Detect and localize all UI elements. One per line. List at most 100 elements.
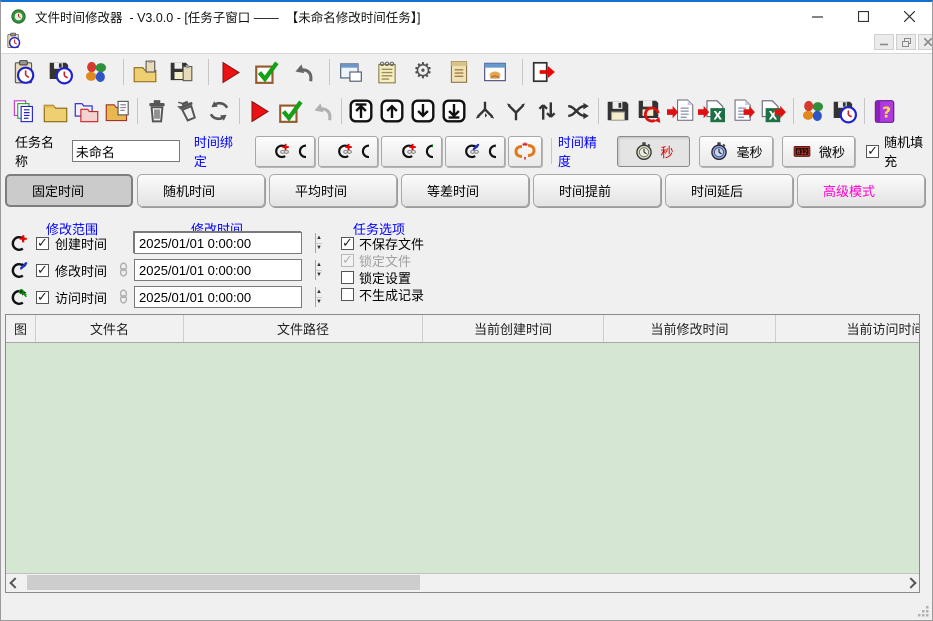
save-task-button[interactable] (829, 96, 859, 126)
apply-button[interactable] (275, 96, 305, 126)
bind-create-access-button[interactable] (381, 136, 441, 167)
help-button[interactable] (869, 96, 899, 126)
task-manager-button[interactable] (798, 96, 828, 126)
tab-average-time[interactable]: 平均时间 (269, 174, 397, 207)
access-time-input[interactable] (135, 287, 315, 307)
move-bottom-button[interactable] (439, 96, 469, 126)
spin-up-icon[interactable]: ▲ (316, 260, 322, 271)
resize-grip-icon[interactable] (916, 604, 929, 617)
move-down-button[interactable] (408, 96, 438, 126)
scroll-left-button[interactable] (6, 574, 23, 591)
export-excel-button[interactable] (758, 96, 788, 126)
horizontal-scrollbar[interactable] (6, 573, 919, 592)
modify-time-spinner[interactable]: ▲▼ (315, 260, 322, 280)
save-as-button[interactable] (166, 57, 196, 87)
add-folder-files-button[interactable] (102, 96, 132, 126)
bind-create-modify-button[interactable] (318, 136, 378, 167)
spin-down-icon[interactable]: ▼ (316, 298, 322, 308)
bind-create-modify-access-button[interactable] (255, 136, 315, 167)
checkbox-checked-icon (341, 237, 354, 250)
clear-button[interactable] (173, 96, 203, 126)
refresh-button[interactable] (204, 96, 234, 126)
exit-button[interactable] (529, 57, 559, 87)
settings-button[interactable]: ⚙ (408, 57, 438, 87)
open-task-button[interactable] (130, 57, 160, 87)
mdi-restore-button[interactable] (896, 34, 916, 50)
run-all-button[interactable] (215, 57, 245, 87)
task-manager-button[interactable] (81, 57, 111, 87)
delete-button[interactable] (142, 96, 172, 126)
option-no-record-checkbox[interactable]: 不生成记录 (341, 286, 424, 302)
undo-all-button[interactable] (287, 57, 317, 87)
merge-arrows-icon (503, 98, 529, 124)
split-down-button[interactable] (470, 96, 500, 126)
file-list-body[interactable] (6, 343, 919, 559)
save-list-button[interactable] (603, 96, 633, 126)
tab-time-advance[interactable]: 时间提前 (533, 174, 661, 207)
modify-time-input[interactable] (135, 260, 315, 280)
column-header-access-time[interactable]: 当前访问时间 (776, 315, 920, 342)
add-folder-button[interactable] (40, 96, 70, 126)
scrollbar-thumb[interactable] (27, 575, 420, 590)
tab-fixed-time[interactable]: 固定时间 (5, 174, 133, 207)
column-header-filepath[interactable]: 文件路径 (184, 315, 423, 342)
license-button[interactable] (444, 57, 474, 87)
column-header-icon[interactable]: 图 (6, 315, 36, 342)
undo-button[interactable] (306, 96, 336, 126)
create-time-spinner[interactable]: ▲▼ (315, 233, 322, 253)
apply-all-button[interactable] (251, 57, 281, 87)
tab-arithmetic-time[interactable]: 等差时间 (401, 174, 529, 207)
mdi-close-button[interactable] (918, 34, 933, 50)
mdi-window-controls (874, 34, 933, 50)
child-window-button[interactable] (336, 57, 366, 87)
import-text-button[interactable] (665, 96, 695, 126)
precision-milliseconds-button[interactable]: 毫秒 (699, 136, 772, 167)
run-button[interactable] (244, 96, 274, 126)
add-files-button[interactable] (9, 96, 39, 126)
precision-microseconds-button[interactable]: 微秒 (782, 136, 855, 167)
log-button[interactable] (372, 57, 402, 87)
minimize-button[interactable] (794, 2, 840, 30)
task-name-input[interactable] (72, 140, 180, 162)
option-no-save-checkbox[interactable]: 不保存文件 (341, 235, 424, 251)
sort-button[interactable] (532, 96, 562, 126)
spin-down-icon[interactable]: ▼ (316, 271, 322, 281)
save-refresh-button[interactable] (634, 96, 664, 126)
column-header-create-time[interactable]: 当前创建时间 (423, 315, 604, 342)
option-lock-settings-checkbox[interactable]: 锁定设置 (341, 269, 411, 285)
export-text-button[interactable] (727, 96, 757, 126)
tab-time-delay[interactable]: 时间延后 (665, 174, 793, 207)
tab-random-time[interactable]: 随机时间 (137, 174, 265, 207)
add-folders-button[interactable] (71, 96, 101, 126)
create-time-checkbox[interactable] (36, 237, 49, 250)
move-top-button[interactable] (346, 96, 376, 126)
create-time-input[interactable] (135, 233, 315, 253)
precision-milliseconds-label: 毫秒 (736, 142, 762, 161)
website-button[interactable] (480, 57, 510, 87)
task-window-icon[interactable] (5, 32, 22, 49)
new-task-button[interactable] (9, 57, 39, 87)
scroll-right-button[interactable] (902, 574, 919, 591)
spin-up-icon[interactable]: ▲ (316, 233, 322, 244)
access-time-spinner[interactable]: ▲▼ (315, 287, 322, 307)
save-task-button[interactable] (45, 57, 75, 87)
mdi-minimize-button[interactable] (874, 34, 894, 50)
modify-time-checkbox[interactable] (36, 264, 49, 277)
spin-down-icon[interactable]: ▼ (316, 244, 322, 254)
column-header-filename[interactable]: 文件名 (36, 315, 184, 342)
close-button[interactable] (886, 2, 932, 30)
bind-modify-access-button[interactable] (445, 136, 505, 167)
import-excel-button[interactable] (696, 96, 726, 126)
precision-seconds-button[interactable]: 秒 (617, 136, 690, 167)
move-up-button[interactable] (377, 96, 407, 126)
modify-time-row: 修改时间 (9, 259, 107, 281)
tab-advanced-mode[interactable]: 高级模式 (797, 174, 925, 207)
unbind-button[interactable] (508, 136, 542, 167)
access-time-checkbox[interactable] (36, 291, 49, 304)
column-header-modify-time[interactable]: 当前修改时间 (604, 315, 776, 342)
spin-up-icon[interactable]: ▲ (316, 287, 322, 298)
merge-up-button[interactable] (501, 96, 531, 126)
maximize-button[interactable] (840, 2, 886, 30)
random-fill-checkbox[interactable]: 随机填充 (866, 132, 932, 170)
shuffle-button[interactable] (563, 96, 593, 126)
